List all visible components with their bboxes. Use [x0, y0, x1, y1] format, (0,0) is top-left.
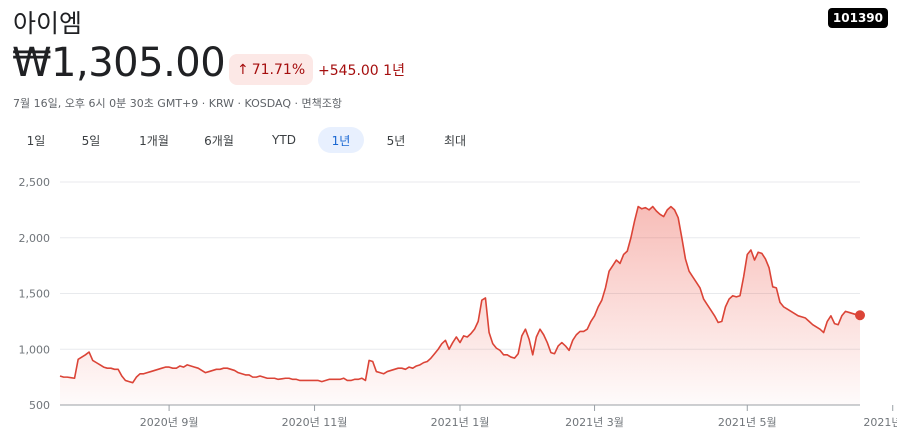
x-axis: 2020년 9월 2020년 11월 2021년 1월 2021년 3월 2021년 5… [140, 405, 897, 429]
absolute-change: +545.00 1년 [318, 63, 405, 79]
tab-1y[interactable]: 1년 [318, 127, 364, 153]
tab-5d[interactable]: 5일 [75, 127, 107, 153]
y-tick-label: 2,500 [19, 176, 51, 189]
x-tick-label: 2021년 5월 [718, 416, 777, 429]
tab-1d[interactable]: 1일 [20, 127, 52, 153]
tab-5y[interactable]: 5년 [380, 127, 412, 153]
y-axis: 500 1,000 1,500 2,000 2,500 [19, 176, 51, 412]
tab-ytd[interactable]: YTD [265, 127, 303, 153]
price-area-fill [60, 206, 860, 405]
y-tick-label: 500 [29, 399, 50, 412]
percent-change-badge: ↑ 71.71% [229, 54, 314, 85]
y-tick-label: 1,500 [19, 288, 51, 301]
market-info: 7월 16일, 오후 6시 0분 30초 GMT+9 · KRW · KOSDA… [13, 97, 343, 110]
ticker-badge: 101390 [827, 8, 888, 28]
tab-6m[interactable]: 6개월 [196, 127, 242, 153]
current-price: ₩1,305.00 [12, 40, 226, 86]
y-tick-label: 2,000 [19, 232, 51, 245]
last-price-dot [855, 310, 865, 321]
time-range-tabs: 1일 5일 1개월 6개월 YTD 1년 5년 최대 [0, 127, 500, 153]
y-tick-label: 1,000 [19, 343, 51, 356]
stock-name: 아이엠 [13, 9, 83, 38]
x-tick-label: 2021년 3월 [565, 416, 624, 429]
x-tick-label: 2020년 9월 [140, 416, 199, 429]
arrow-up-icon: ↑ [237, 61, 249, 78]
tab-1m[interactable]: 1개월 [131, 127, 177, 153]
tab-max[interactable]: 최대 [436, 127, 474, 153]
price-chart[interactable]: 500 1,000 1,500 2,000 2,500 2020년 9월 2020년 11… [0, 160, 897, 444]
x-tick-label: 2021년 7월 [863, 416, 897, 429]
percent-change-value: 71.71% [251, 61, 306, 78]
x-tick-label: 2021년 1월 [431, 416, 490, 429]
x-tick-label: 2020년 11월 [282, 416, 348, 429]
